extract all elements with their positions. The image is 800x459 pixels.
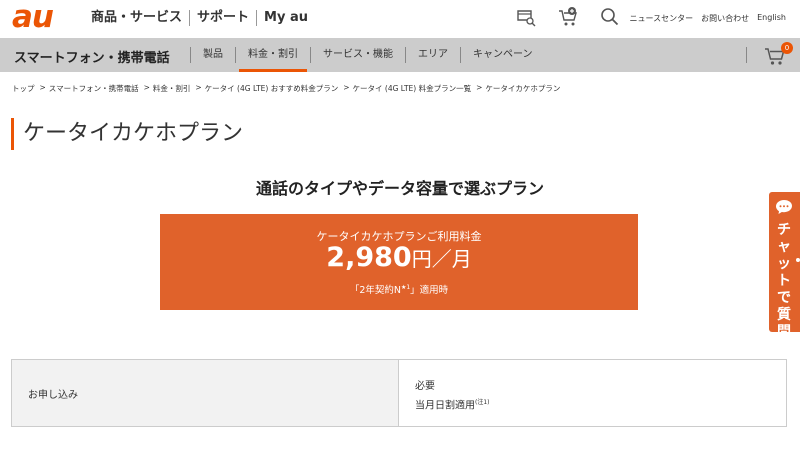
price-note-suffix: 」適用時 bbox=[410, 285, 449, 296]
breadcrumb-item[interactable]: ケータイ (4G LTE) おすすめ料金プラン bbox=[205, 83, 339, 94]
application-table: お申し込み 必要 当月日割適用(注1) bbox=[11, 359, 787, 427]
subnav-item-area[interactable]: エリア bbox=[406, 38, 460, 72]
nav-my-au[interactable]: My au bbox=[257, 9, 315, 27]
table-value-cell: 必要 当月日割適用(注1) bbox=[399, 360, 786, 426]
au-logo[interactable]: au bbox=[12, 2, 54, 33]
english-link[interactable]: English bbox=[757, 13, 786, 24]
contact-link[interactable]: お問い合わせ bbox=[701, 13, 749, 24]
price-note-sup[interactable]: ★1 bbox=[401, 284, 410, 291]
subnav-item-products[interactable]: 製品 bbox=[191, 38, 235, 72]
page-title: ケータイカケホプラン bbox=[23, 121, 244, 146]
chevron-right-icon: > bbox=[343, 83, 350, 92]
chevron-right-icon: > bbox=[476, 83, 483, 92]
footnote-link[interactable]: (注1) bbox=[475, 399, 490, 406]
table-value-line1: 必要 bbox=[415, 381, 435, 392]
price-note: 「2年契約N★1」適用時 bbox=[160, 282, 638, 296]
chevron-right-icon: > bbox=[143, 83, 150, 92]
breadcrumb-item[interactable]: 料金・割引 bbox=[153, 83, 191, 94]
shop-search-icon[interactable] bbox=[515, 6, 537, 28]
price-line: 2,980円／月 bbox=[160, 242, 638, 273]
breadcrumb-current: ケータイカケホプラン bbox=[485, 84, 561, 93]
subnav-item-services[interactable]: サービス・機能 bbox=[311, 38, 405, 72]
global-nav: 商品・サービス サポート My au bbox=[91, 9, 315, 27]
breadcrumb-item[interactable]: ケータイ (4G LTE) 料金プラン一覧 bbox=[353, 83, 472, 94]
category-nav-items: 製品 料金・割引 サービス・機能 エリア キャンペーン bbox=[190, 38, 545, 72]
chevron-right-icon: > bbox=[39, 83, 46, 92]
table-header-cell: お申し込み bbox=[12, 360, 399, 426]
chevron-right-icon: > bbox=[195, 83, 202, 92]
header-icons bbox=[515, 6, 621, 28]
plan-heading: 通話のタイプやデータ容量で選ぶプラン bbox=[255, 179, 544, 198]
price-unit: 円／月 bbox=[411, 247, 472, 271]
nav-support[interactable]: サポート bbox=[190, 9, 256, 27]
breadcrumb: トップ > スマートフォン・携帯電話 > 料金・割引 > ケータイ (4G LT… bbox=[12, 83, 560, 94]
subnav-item-campaign[interactable]: キャンペーン bbox=[461, 38, 545, 72]
search-icon[interactable] bbox=[599, 6, 621, 28]
table-header-label: お申し込み bbox=[28, 389, 78, 401]
nav-divider bbox=[746, 47, 747, 63]
cart-plus-icon[interactable] bbox=[557, 6, 579, 28]
table-value-line2: 当月日割適用 bbox=[415, 400, 475, 412]
top-header: au 商品・サービス サポート My au ニュースセンター お問い合わせ En… bbox=[0, 0, 800, 38]
price-amount: 2,980 bbox=[326, 242, 412, 273]
price-box: ケータイカケホプランご利用料金 2,980円／月 「2年契約N★1」適用時 bbox=[160, 214, 638, 310]
subnav-item-pricing[interactable]: 料金・割引 bbox=[236, 38, 310, 72]
breadcrumb-item[interactable]: スマートフォン・携帯電話 bbox=[49, 83, 139, 94]
utility-links: ニュースセンター お問い合わせ English bbox=[630, 13, 787, 24]
chat-handle[interactable] bbox=[795, 257, 800, 263]
breadcrumb-item[interactable]: トップ bbox=[12, 83, 35, 94]
news-center-link[interactable]: ニュースセンター bbox=[630, 13, 694, 24]
chat-label: チャットで質問 bbox=[777, 222, 791, 340]
category-title[interactable]: スマートフォン・携帯電話 bbox=[14, 47, 170, 66]
cart-count-badge: 0 bbox=[781, 42, 793, 54]
title-accent-bar bbox=[11, 118, 14, 150]
chat-bubble-icon bbox=[775, 199, 793, 215]
category-nav: スマートフォン・携帯電話 製品 料金・割引 サービス・機能 エリア キャンペーン… bbox=[0, 38, 800, 72]
table-value-line2-wrap: 当月日割適用(注1) bbox=[415, 395, 786, 414]
nav-products-services[interactable]: 商品・サービス bbox=[91, 9, 189, 27]
price-note-prefix: 「2年契約N bbox=[349, 285, 401, 296]
